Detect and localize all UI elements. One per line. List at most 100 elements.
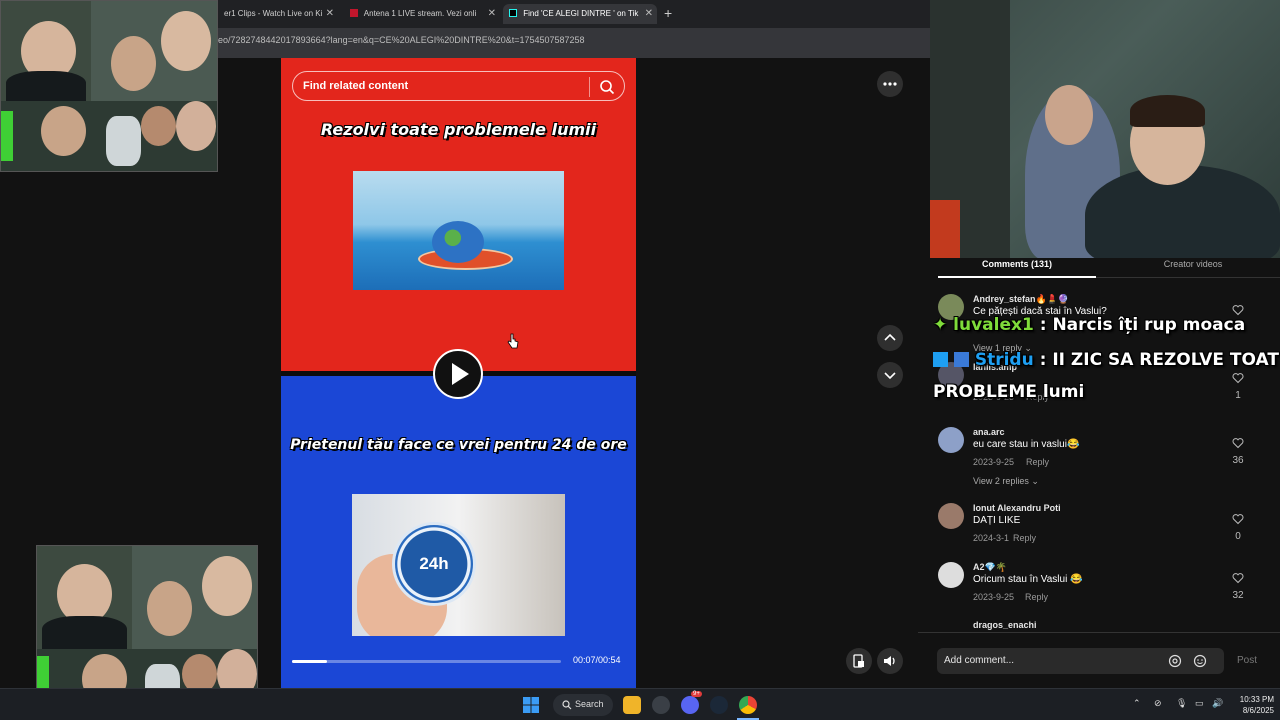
- close-tab-icon[interactable]: ✕: [645, 4, 653, 24]
- chat-message: : Narcis îți rup moaca: [1039, 315, 1246, 335]
- search-separator: [589, 77, 590, 97]
- comment-text: Oricum stau în Vaslui 😂: [973, 574, 1083, 585]
- video-time: 00:07/00:54: [573, 655, 621, 665]
- view-replies-link[interactable]: View 2 replies ⌄: [973, 476, 1039, 487]
- reply-button[interactable]: Reply: [1026, 457, 1049, 467]
- taskbar-search[interactable]: Search: [553, 694, 613, 716]
- comment-likes: 36: [1232, 455, 1244, 466]
- badge-icon: [953, 352, 969, 367]
- taskbar-clock[interactable]: 10:33 PM 8/6/2025: [1228, 694, 1274, 716]
- badge-icon: [933, 352, 948, 367]
- taskbar-search-label[interactable]: Search: [575, 699, 604, 709]
- microphone-icon[interactable]: 🎙: [1176, 698, 1187, 709]
- heart-icon[interactable]: [1232, 572, 1244, 584]
- comment-likes: 1: [1235, 390, 1241, 401]
- comment-author[interactable]: Ionut Alexandru Poti: [973, 503, 1061, 513]
- globe-shape: [432, 221, 484, 263]
- reply-button[interactable]: Reply: [1013, 533, 1036, 543]
- miniplayer-button[interactable]: [846, 648, 872, 674]
- avatar[interactable]: [938, 562, 964, 588]
- comment-item: dragos_enachi: [938, 620, 1268, 632]
- comment-date: 2023-9-25: [973, 457, 1015, 467]
- chrome-icon[interactable]: [739, 696, 757, 714]
- clock-label: 24h: [419, 554, 449, 573]
- play-icon: [452, 363, 469, 385]
- play-button[interactable]: [433, 349, 483, 399]
- heart-icon[interactable]: [1232, 437, 1244, 449]
- comment-input-divider: [918, 632, 1280, 633]
- app-icon[interactable]: [652, 696, 670, 714]
- more-dots-icon: [883, 82, 897, 86]
- comment-author[interactable]: dragos_enachi: [973, 620, 1037, 630]
- tab-label: Antena 1 LIVE stream. Vezi onli: [363, 9, 477, 18]
- chat-overlay-line-3: PROBLEME lumi: [933, 382, 1085, 402]
- chat-username: Stridu: [974, 350, 1034, 370]
- reply-button[interactable]: Reply: [1025, 592, 1048, 602]
- post-button[interactable]: Post: [1237, 655, 1257, 666]
- comment-date: 2024-3-1: [973, 533, 1010, 543]
- avatar[interactable]: [938, 503, 964, 529]
- tab-kick-clips[interactable]: er1 Clips - Watch Live on Ki ✕: [218, 4, 338, 24]
- tab-comments[interactable]: Comments (131): [938, 258, 1096, 278]
- search-icon: [562, 700, 572, 710]
- windows-start-icon[interactable]: [523, 697, 539, 713]
- next-video-button[interactable]: [877, 362, 903, 388]
- tab-label: er1 Clips - Watch Live on Ki: [224, 9, 323, 18]
- search-icon[interactable]: [598, 78, 616, 96]
- comment-likes: 0: [1235, 531, 1241, 542]
- file-explorer-icon[interactable]: [623, 696, 641, 714]
- hand-cursor-icon: [507, 333, 519, 349]
- video-progress-fill: [292, 660, 327, 663]
- volume-button[interactable]: [877, 648, 903, 674]
- avatar[interactable]: [938, 427, 964, 453]
- chat-overlay-line-1: ✦ luvalex1 : Narcis îți rup moaca: [933, 315, 1245, 335]
- new-tab-button[interactable]: +: [664, 4, 672, 22]
- clock-date: 8/6/2025: [1242, 706, 1274, 715]
- network-icon[interactable]: ⊘: [1154, 698, 1162, 709]
- more-options-button[interactable]: [877, 71, 903, 97]
- speaker-icon[interactable]: 🔊: [1212, 698, 1223, 709]
- comment-date: 2023-9-25: [973, 592, 1015, 602]
- url-text[interactable]: eo/7282748442017893664?lang=en&q=CE%20AL…: [218, 35, 585, 45]
- webcam-right: [930, 0, 1280, 258]
- comment-likes: 32: [1232, 590, 1244, 601]
- tab-antena1[interactable]: Antena 1 LIVE stream. Vezi onli ✕: [344, 4, 500, 24]
- chat-username: luvalex1: [953, 315, 1034, 335]
- close-tab-icon[interactable]: ✕: [488, 4, 496, 24]
- discord-icon[interactable]: 9+: [681, 691, 702, 714]
- display-icon[interactable]: ▭: [1195, 698, 1204, 709]
- related-search-bar[interactable]: Find related content: [292, 71, 625, 101]
- previous-video-button[interactable]: [877, 325, 903, 351]
- globe-lifebuoy-image: [353, 171, 564, 290]
- steam-icon[interactable]: [710, 696, 728, 714]
- chevron-down-icon: [884, 372, 896, 380]
- comment-text: DAȚI LIKE: [973, 515, 1021, 526]
- hand-clock-image: 24h: [352, 494, 565, 636]
- add-comment-placeholder[interactable]: Add comment...: [944, 655, 1014, 666]
- video-player[interactable]: Find related content Rezolvi toate probl…: [281, 58, 636, 688]
- miniplayer-icon: [853, 654, 864, 668]
- mention-icon[interactable]: [1168, 654, 1182, 668]
- tab-tiktok-search[interactable]: Find 'CE ALEGI DINTRE ' on Tik ✕: [503, 4, 657, 24]
- heart-icon[interactable]: [1232, 372, 1244, 384]
- close-tab-icon[interactable]: ✕: [326, 4, 334, 24]
- heart-icon[interactable]: [1232, 513, 1244, 525]
- clock-badge: 24h: [392, 522, 476, 606]
- tray-chevron-up-icon[interactable]: ⌃: [1133, 698, 1141, 709]
- comment-tabs: Comments (131) Creator videos: [938, 258, 1280, 278]
- video-progress-bar[interactable]: [292, 660, 561, 663]
- comment-author[interactable]: Andrey_stefan🔥💄🔮: [973, 294, 1069, 305]
- add-comment-input[interactable]: Add comment...: [937, 648, 1224, 674]
- clock-time: 10:33 PM: [1239, 695, 1274, 704]
- sparkle-icon: ✦: [933, 315, 948, 335]
- comment-author[interactable]: ana.arc: [973, 427, 1005, 437]
- tab-creator-videos[interactable]: Creator videos: [1106, 258, 1280, 270]
- search-placeholder[interactable]: Find related content: [303, 80, 408, 92]
- comment-author[interactable]: A2💎🌴: [973, 562, 1007, 573]
- tab-label: Find 'CE ALEGI DINTRE ' on Tik: [523, 9, 639, 18]
- volume-icon: [884, 656, 895, 666]
- option1-title: Rezolvi toate problemele lumii: [320, 120, 597, 139]
- emoji-icon[interactable]: [1193, 654, 1207, 668]
- chevron-up-icon: [884, 333, 896, 341]
- windows-taskbar: Search 9+ ⌃ ⊘ 🎙 ▭ 🔊 10:33 PM 8/6/2025: [0, 688, 1280, 720]
